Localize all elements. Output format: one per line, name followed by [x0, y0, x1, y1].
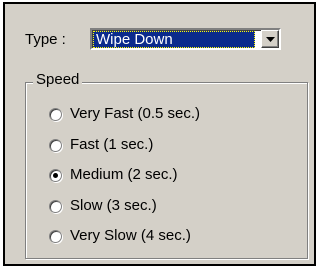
speed-option-very-slow[interactable]: Very Slow (4 sec.): [49, 226, 191, 246]
speed-option-label: Fast (1 sec.): [70, 136, 154, 153]
speed-option-label: Very Fast (0.5 sec.): [70, 105, 201, 122]
dropdown-arrow-button[interactable]: [261, 30, 279, 48]
type-dropdown-value[interactable]: Wipe Down: [93, 31, 255, 48]
radio-button[interactable]: [49, 107, 62, 121]
chevron-down-icon: [265, 36, 275, 42]
radio-button[interactable]: [49, 199, 62, 213]
speed-option-label: Medium (2 sec.): [70, 166, 178, 183]
speed-option-very-fast[interactable]: Very Fast (0.5 sec.): [49, 104, 200, 124]
speed-option-fast[interactable]: Fast (1 sec.): [49, 135, 153, 155]
type-dropdown[interactable]: Wipe Down: [90, 28, 281, 50]
radio-button[interactable]: [49, 168, 62, 182]
speed-option-slow[interactable]: Slow (3 sec.): [49, 196, 157, 216]
radio-button[interactable]: [49, 229, 62, 243]
speed-option-label: Very Slow (4 sec.): [70, 227, 191, 244]
transition-settings-panel: Type : Wipe Down Speed Very Fast (0.5 se…: [3, 2, 316, 266]
speed-option-label: Slow (3 sec.): [70, 197, 157, 214]
type-label: Type :: [25, 31, 66, 48]
speed-group-legend: Speed: [33, 71, 83, 88]
radio-button[interactable]: [49, 138, 62, 152]
speed-option-medium[interactable]: Medium (2 sec.): [49, 165, 178, 185]
